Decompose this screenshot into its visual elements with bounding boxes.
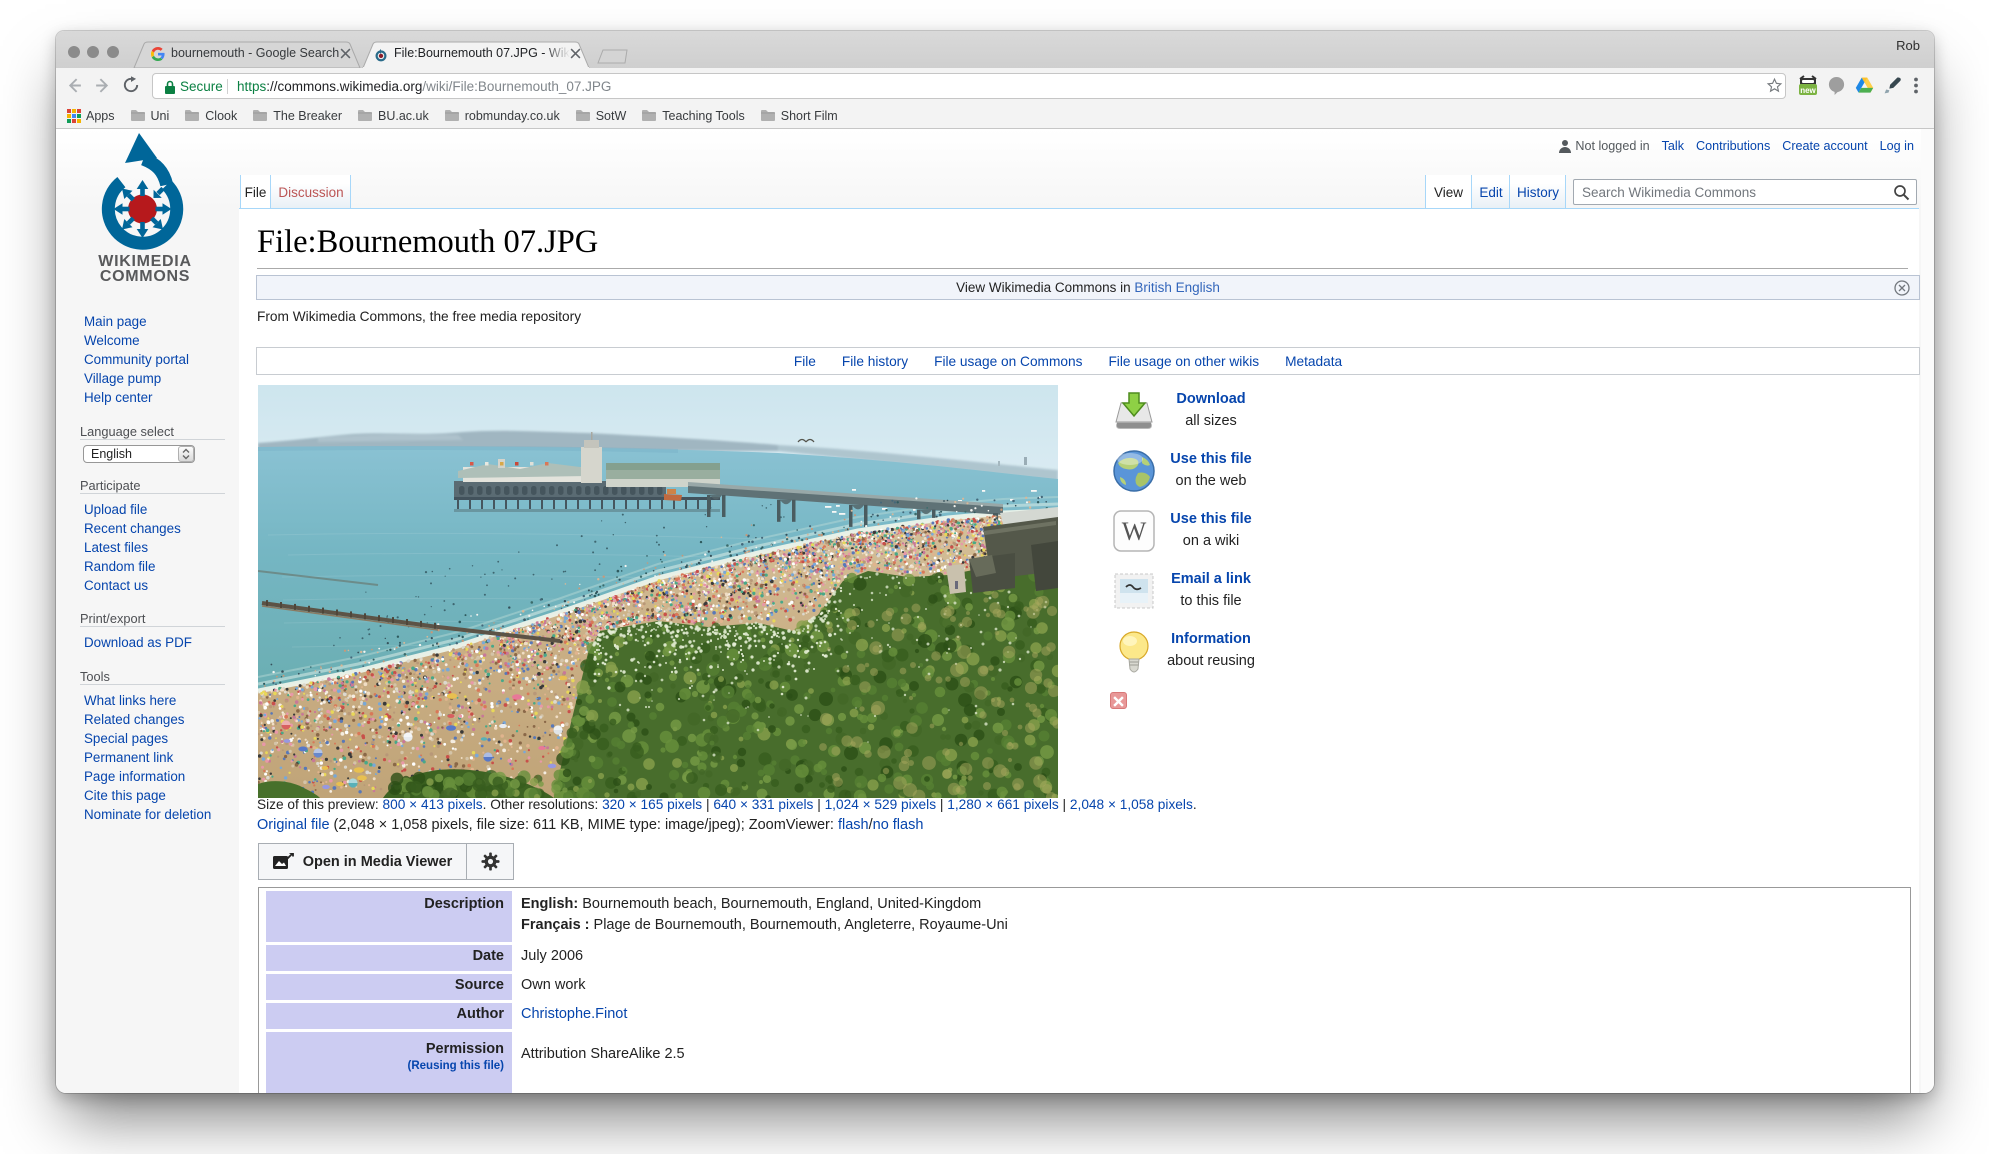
svg-text:new: new [1800, 86, 1816, 95]
